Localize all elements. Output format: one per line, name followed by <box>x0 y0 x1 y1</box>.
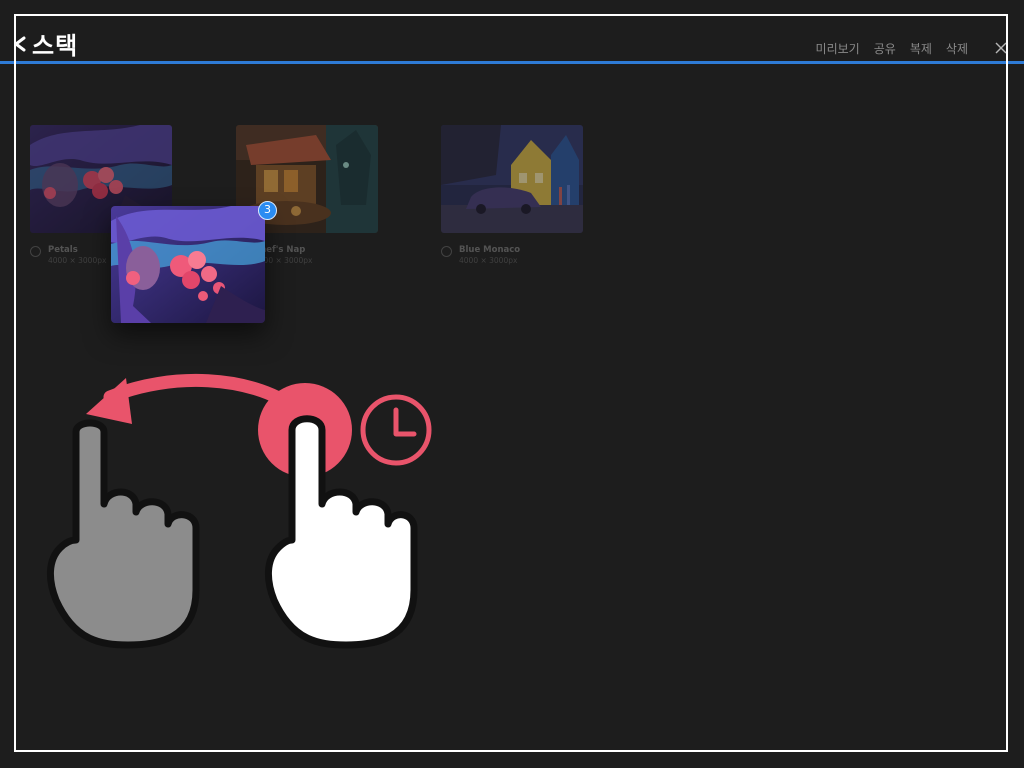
close-icon[interactable] <box>994 41 1008 55</box>
back-button[interactable]: 스택 <box>12 26 78 61</box>
delete-button[interactable]: 삭제 <box>946 40 968 57</box>
duplicate-button[interactable]: 복제 <box>910 40 932 57</box>
back-chevron-icon <box>14 36 26 51</box>
preview-button[interactable]: 미리보기 <box>816 40 860 57</box>
top-bar-accent-line <box>0 61 1024 64</box>
select-radio[interactable] <box>441 246 452 257</box>
dragged-stack-preview[interactable] <box>111 206 265 323</box>
stack-title: 스택 <box>32 32 79 60</box>
share-button[interactable]: 공유 <box>874 40 896 57</box>
stack-count-badge: 3 <box>258 201 277 220</box>
header-actions: 미리보기 공유 복제 삭제 <box>816 40 968 57</box>
artwork-title: Petals <box>48 245 78 255</box>
artwork-size: 4000 × 3000px <box>48 256 107 265</box>
select-radio[interactable] <box>30 246 41 257</box>
artwork-title: Blue Monaco <box>459 245 521 255</box>
artwork-thumbnail[interactable] <box>441 125 583 233</box>
artwork-card-blue-monaco[interactable]: Blue Monaco 4000 × 3000px <box>441 125 583 266</box>
artwork-size: 4000 × 3000px <box>459 256 518 265</box>
